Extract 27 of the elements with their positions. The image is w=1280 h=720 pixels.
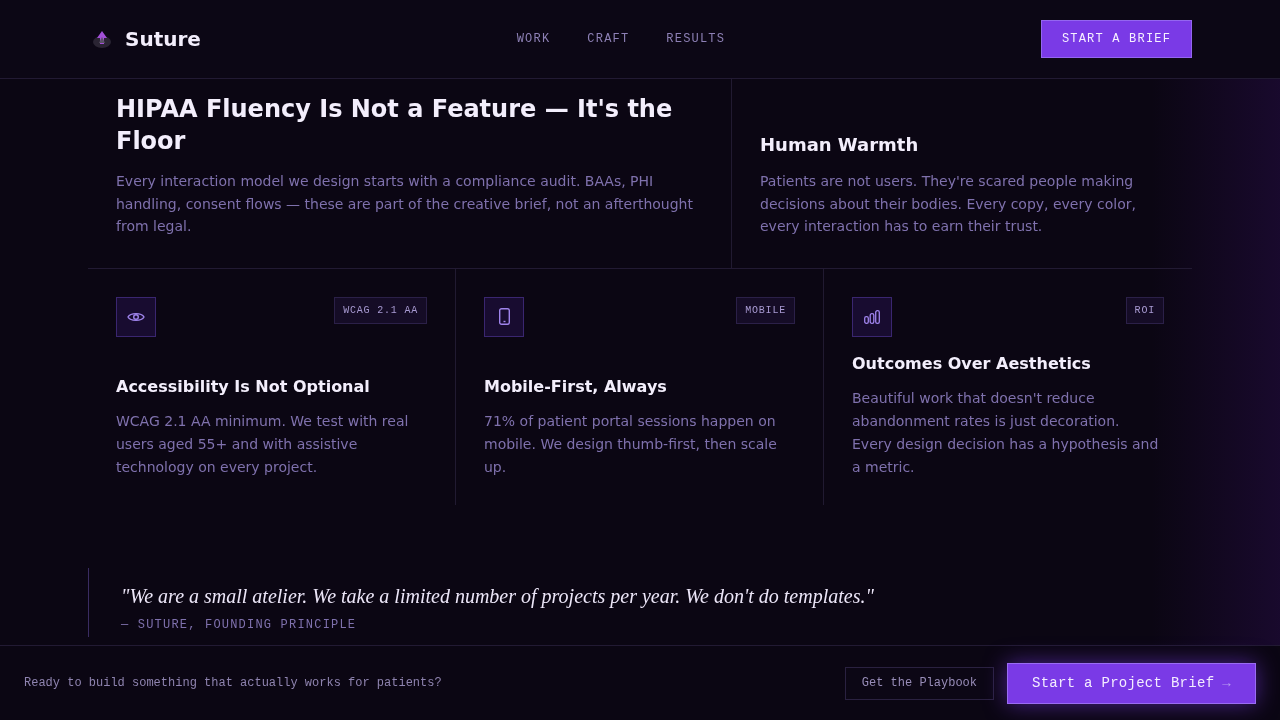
- bar-chart-icon: [864, 309, 880, 324]
- playbook-button[interactable]: Get the Playbook: [844, 666, 994, 700]
- smartphone-icon: [498, 308, 510, 325]
- card-heading: Accessibility Is Not Optional: [116, 375, 371, 398]
- card-description: WCAG 2.1 AA minimum. We test with real users aged 55+ and with assistive technology on every project.: [116, 411, 410, 477]
- nav-link[interactable]: RESULTS: [666, 30, 726, 48]
- tag-badge: MOBILE: [736, 296, 795, 324]
- feature-heading: Human Warmth: [760, 133, 920, 157]
- eye-icon: [127, 310, 145, 323]
- feature-description: Patients are not users. They're scared people making decisions about their bodies. Every copy, every color, every interaction has to earn their trust.: [760, 172, 1137, 236]
- nav-link[interactable]: WORK: [516, 30, 551, 48]
- cta-prompt: Ready to build something that actually works for patients?: [24, 675, 442, 692]
- feature-heading: HIPAA Fluency Is Not a Feature — It's the Floor: [116, 94, 674, 157]
- card-description: Beautiful work that doesn't reduce abandonment rates is just decoration. Every design decision has a hypothesis and a metric.: [852, 388, 1160, 477]
- project-brief-button[interactable]: Start a Project Brief →: [1007, 662, 1256, 704]
- card-description: 71% of patient portal sessions happen on mobile. We design thumb-first, then scale up.: [484, 411, 778, 477]
- card-heading: Outcomes Over Aesthetics: [852, 352, 1092, 375]
- feature-description: Every interaction model we design starts with a compliance audit. BAAs, PHI handling, consent flows — these are part of the creative brief, not an afterthought from legal.: [116, 172, 694, 236]
- quote-text: "We are a small atelier. We take a limited number of projects per year. We don't do templates.": [121, 583, 875, 610]
- quote-attribution: — SUTURE, FOUNDING PRINCIPLE: [121, 616, 358, 634]
- card-heading: Mobile-First, Always: [484, 375, 668, 398]
- nav-link[interactable]: CRAFT: [587, 30, 630, 48]
- tag-badge: ROI: [1125, 296, 1164, 324]
- start-brief-button[interactable]: START A BRIEF: [1041, 20, 1192, 58]
- tag-badge: WCAG 2.1 AA: [334, 296, 427, 324]
- logo-icon: [92, 29, 112, 49]
- brand-name: Suture: [125, 26, 201, 53]
